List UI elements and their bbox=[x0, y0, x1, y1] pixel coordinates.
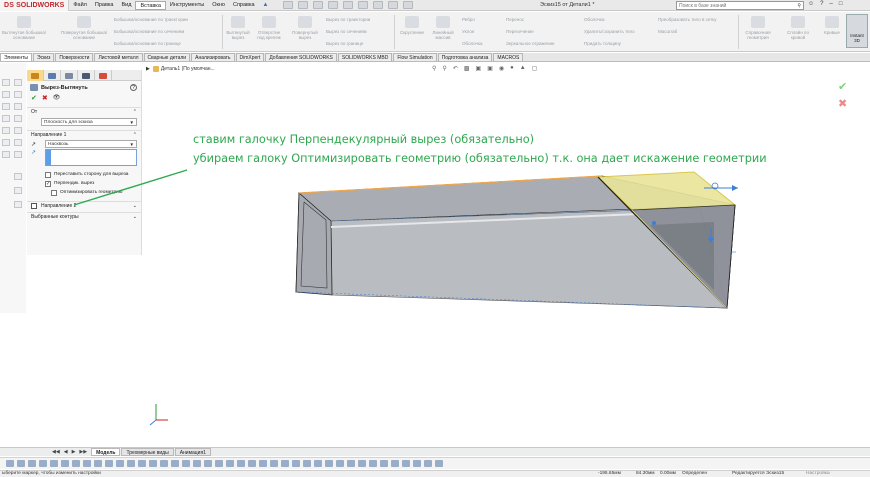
tool-icon[interactable] bbox=[391, 460, 399, 467]
solidworks-window: DS SOLIDWORKS Файл Правка Вид Вставка Ин… bbox=[0, 0, 870, 477]
status-coord-y: 84.30мм bbox=[636, 471, 655, 476]
tool-icon[interactable] bbox=[259, 460, 267, 467]
status-editing: Редактируется Эскиз15 bbox=[732, 471, 785, 476]
tool-icon[interactable] bbox=[127, 460, 135, 467]
tool-icon[interactable] bbox=[204, 460, 212, 467]
status-bar: ыберите маркер, чтобы изменить настройки… bbox=[0, 470, 870, 477]
tool-icon[interactable] bbox=[325, 460, 333, 467]
first-tab-arrow-icon[interactable]: ◀◀ bbox=[52, 449, 60, 455]
model-drawing bbox=[73, 169, 738, 309]
status-hint: ыберите маркер, чтобы изменить настройки bbox=[2, 471, 101, 476]
tool-icon[interactable] bbox=[6, 460, 14, 467]
status-state: Определен bbox=[682, 471, 707, 476]
tool-icon[interactable] bbox=[303, 460, 311, 467]
tool-icon[interactable] bbox=[226, 460, 234, 467]
tool-icon[interactable] bbox=[237, 460, 245, 467]
tool-icon[interactable] bbox=[39, 460, 47, 467]
tool-icon[interactable] bbox=[72, 460, 80, 467]
tool-icon[interactable] bbox=[171, 460, 179, 467]
tool-icon[interactable] bbox=[248, 460, 256, 467]
tool-icon[interactable] bbox=[83, 460, 91, 467]
tool-icon[interactable] bbox=[215, 460, 223, 467]
tool-icon[interactable] bbox=[138, 460, 146, 467]
tool-icon[interactable] bbox=[347, 460, 355, 467]
tool-icon[interactable] bbox=[336, 460, 344, 467]
status-coord-x: -195.65мм bbox=[598, 471, 621, 476]
tool-icon[interactable] bbox=[105, 460, 113, 467]
tool-icon[interactable] bbox=[50, 460, 58, 467]
tool-icon[interactable] bbox=[413, 460, 421, 467]
drag-handle-arrowhead bbox=[732, 185, 738, 191]
tool-icon[interactable] bbox=[116, 460, 124, 467]
status-settings[interactable]: Настройка bbox=[806, 471, 830, 476]
tool-icon[interactable] bbox=[61, 460, 69, 467]
tool-icon[interactable] bbox=[28, 460, 36, 467]
tool-icon[interactable] bbox=[292, 460, 300, 467]
tab-animation1[interactable]: Анимация1 bbox=[174, 448, 211, 456]
sketch-point bbox=[652, 221, 656, 225]
tool-icon[interactable] bbox=[402, 460, 410, 467]
tool-icon[interactable] bbox=[182, 460, 190, 467]
tool-icon[interactable] bbox=[281, 460, 289, 467]
tool-icon[interactable] bbox=[160, 460, 168, 467]
status-coord-z: 0.00мм bbox=[660, 471, 676, 476]
model-tabs-bar: ◀◀ ◀ ▶ ▶▶ Модель Трехмерные виды Анимаци… bbox=[0, 447, 870, 456]
tool-icon[interactable] bbox=[358, 460, 366, 467]
next-tab-arrow-icon[interactable]: ▶ bbox=[72, 449, 76, 455]
prev-tab-arrow-icon[interactable]: ◀ bbox=[64, 449, 68, 455]
tool-icon[interactable] bbox=[94, 460, 102, 467]
tool-icon[interactable] bbox=[435, 460, 443, 467]
tool-icon[interactable] bbox=[424, 460, 432, 467]
tool-icon[interactable] bbox=[369, 460, 377, 467]
annotation-line-1: ставим галочку Перпендекулярный вырез (о… bbox=[193, 133, 535, 146]
tool-icon[interactable] bbox=[17, 460, 25, 467]
bottom-toolbar bbox=[0, 457, 870, 469]
tool-icon[interactable] bbox=[193, 460, 201, 467]
annotation-line-2: убираем галоку Оптимизировать геометрию … bbox=[193, 152, 767, 165]
triad-z-axis bbox=[149, 419, 157, 426]
tool-icon[interactable] bbox=[314, 460, 322, 467]
annotation-leader-line bbox=[73, 169, 188, 206]
coordinate-triad bbox=[149, 404, 168, 426]
tab-3d-views[interactable]: Трехмерные виды bbox=[121, 448, 174, 456]
last-tab-arrow-icon[interactable]: ▶▶ bbox=[79, 449, 87, 455]
tool-icon[interactable] bbox=[149, 460, 157, 467]
tool-icon[interactable] bbox=[270, 460, 278, 467]
tool-icon[interactable] bbox=[380, 460, 388, 467]
tab-model[interactable]: Модель bbox=[91, 448, 121, 456]
